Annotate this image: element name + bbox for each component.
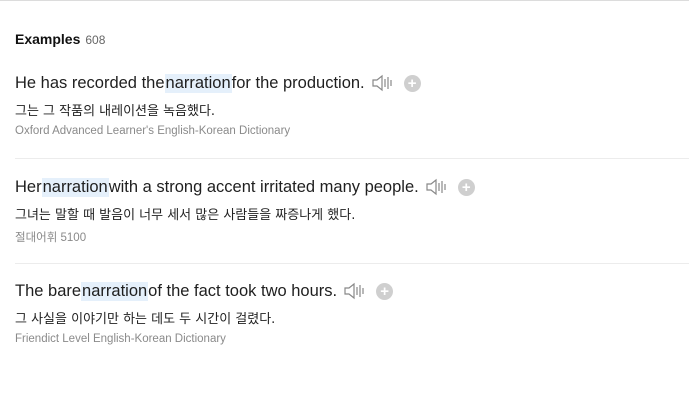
top-divider: [0, 0, 689, 1]
examples-header: Examples 608: [15, 31, 105, 47]
example-text-after: of the fact took two hours.: [148, 281, 338, 300]
speaker-icon[interactable]: [343, 281, 369, 301]
plus-icon: +: [407, 74, 417, 92]
plus-icon: +: [461, 178, 471, 196]
section-title: Examples: [15, 31, 81, 47]
add-to-wordbook-button[interactable]: +: [457, 178, 475, 196]
example-text-before: Her: [15, 177, 42, 196]
example-item: He has recorded the narration for the pr…: [15, 72, 689, 141]
example-korean: 그는 그 작품의 내레이션을 녹음했다.: [15, 104, 216, 119]
example-korean: 그녀는 말할 때 발음이 너무 세서 많은 사람들을 짜증나게 했다.: [15, 208, 356, 223]
example-english: Her narration with a strong accent irrit…: [15, 176, 689, 198]
example-source[interactable]: Oxford Advanced Learner's English-Korean…: [15, 125, 689, 141]
example-english: The bare narration of the fact took two …: [15, 280, 689, 302]
highlighted-term[interactable]: narration: [164, 73, 232, 93]
example-korean: 그 사실을 이야기만 하는 데도 두 시간이 걸렸다.: [15, 312, 276, 327]
example-item: The bare narration of the fact took two …: [15, 280, 689, 349]
highlighted-term[interactable]: narration: [41, 177, 109, 197]
example-english: He has recorded the narration for the pr…: [15, 72, 689, 94]
plus-icon: +: [380, 282, 389, 300]
example-text-before: He has recorded the: [15, 73, 165, 92]
example-divider: [15, 263, 689, 264]
example-source[interactable]: Friendict Level English-Korean Dictionar…: [15, 333, 689, 349]
example-item: Her narration with a strong accent irrit…: [15, 176, 689, 245]
example-text-after: for the production.: [231, 73, 365, 92]
example-divider: [15, 158, 689, 159]
examples-count: 608: [85, 33, 106, 47]
example-source[interactable]: 절대어휘 5100: [15, 229, 689, 245]
speaker-icon[interactable]: [425, 177, 451, 197]
highlighted-term[interactable]: narration: [81, 281, 149, 301]
add-to-wordbook-button[interactable]: +: [376, 282, 394, 300]
add-to-wordbook-button[interactable]: +: [403, 74, 421, 92]
example-text-after: with a strong accent irritated many peop…: [108, 177, 419, 196]
example-text-before: The bare: [15, 281, 82, 300]
speaker-icon[interactable]: [371, 73, 397, 93]
